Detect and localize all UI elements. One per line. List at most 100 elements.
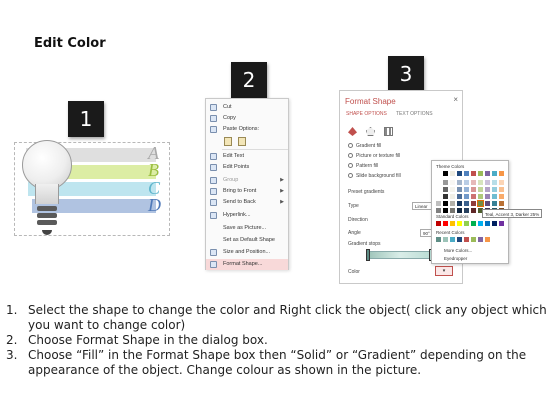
- theme-color-swatch[interactable]: [464, 194, 469, 199]
- theme-color-swatch[interactable]: [443, 201, 448, 206]
- standard-color-swatch[interactable]: [478, 221, 483, 226]
- close-icon[interactable]: ×: [453, 95, 458, 104]
- theme-color-swatch[interactable]: [436, 187, 441, 192]
- theme-color-swatch[interactable]: [471, 187, 476, 192]
- theme-color-swatch[interactable]: [485, 180, 490, 185]
- theme-color-swatch[interactable]: [499, 180, 504, 185]
- theme-color-swatch[interactable]: [443, 194, 448, 199]
- theme-color-swatch[interactable]: [485, 187, 490, 192]
- menu-item-save-as-picture[interactable]: Save as Picture...: [206, 223, 288, 234]
- theme-color-swatch[interactable]: [450, 201, 455, 206]
- theme-color-swatch[interactable]: [478, 187, 483, 192]
- recent-color-swatch[interactable]: [457, 237, 462, 242]
- theme-color-swatch[interactable]: [471, 171, 476, 176]
- theme-color-swatch[interactable]: [436, 201, 441, 206]
- theme-color-swatch[interactable]: [499, 194, 504, 199]
- theme-color-swatch[interactable]: [485, 194, 490, 199]
- tab-text-options[interactable]: TEXT OPTIONS: [396, 111, 433, 117]
- theme-color-swatch[interactable]: [436, 208, 441, 213]
- menu-item-cut[interactable]: Cut: [206, 102, 288, 113]
- menu-item-edit-text[interactable]: Edit Text: [206, 151, 288, 162]
- theme-color-swatch[interactable]: [436, 180, 441, 185]
- menu-item-edit-points[interactable]: Edit Points: [206, 162, 288, 173]
- option-gradient-fill[interactable]: Gradient fill: [348, 143, 381, 149]
- paste-picture-icon[interactable]: [238, 137, 246, 146]
- theme-color-swatch[interactable]: [471, 194, 476, 199]
- standard-color-swatch[interactable]: [499, 221, 504, 226]
- standard-color-swatch[interactable]: [464, 221, 469, 226]
- theme-color-swatch[interactable]: [485, 171, 490, 176]
- theme-color-swatch[interactable]: [492, 194, 497, 199]
- theme-color-swatch[interactable]: [436, 171, 441, 176]
- option-slide-background-fill[interactable]: Slide background fill: [348, 173, 401, 179]
- theme-color-swatch[interactable]: [499, 201, 504, 206]
- tab-shape-options[interactable]: SHAPE OPTIONS: [346, 111, 387, 117]
- recent-color-swatch[interactable]: [436, 237, 441, 242]
- theme-color-swatch[interactable]: [492, 201, 497, 206]
- theme-color-swatch[interactable]: [457, 201, 462, 206]
- fill-line-icon[interactable]: [348, 127, 357, 136]
- paste-keep-format-icon[interactable]: [224, 137, 232, 146]
- theme-color-swatch[interactable]: [443, 208, 448, 213]
- standard-color-swatch[interactable]: [436, 221, 441, 226]
- theme-color-swatch[interactable]: [457, 208, 462, 213]
- more-colors-link[interactable]: More Colors...: [444, 248, 472, 253]
- theme-color-swatch[interactable]: [499, 187, 504, 192]
- theme-color-swatch[interactable]: [436, 194, 441, 199]
- theme-color-swatch[interactable]: [478, 171, 483, 176]
- theme-color-swatch[interactable]: [457, 180, 462, 185]
- recent-color-swatch[interactable]: [443, 237, 448, 242]
- eyedropper-link[interactable]: Eyedropper: [444, 256, 467, 261]
- theme-color-swatch[interactable]: [471, 208, 476, 213]
- bulb-infographic[interactable]: A B C D: [8, 140, 176, 238]
- menu-item-group[interactable]: Group ▶: [206, 175, 288, 186]
- effects-icon[interactable]: [366, 127, 375, 136]
- theme-color-swatch[interactable]: [499, 171, 504, 176]
- theme-color-swatch[interactable]: [450, 180, 455, 185]
- theme-color-swatch[interactable]: [464, 187, 469, 192]
- theme-color-swatch[interactable]: [478, 180, 483, 185]
- theme-color-swatch[interactable]: [450, 187, 455, 192]
- menu-item-send-to-back[interactable]: Send to Back ▶: [206, 197, 288, 208]
- menu-item-set-default-shape[interactable]: Set as Default Shape: [206, 235, 288, 246]
- recent-color-swatch[interactable]: [485, 237, 490, 242]
- menu-item-size-and-position[interactable]: Size and Position...: [206, 247, 288, 258]
- standard-color-swatch[interactable]: [443, 221, 448, 226]
- theme-color-swatch[interactable]: [443, 171, 448, 176]
- option-pattern-fill[interactable]: Pattern fill: [348, 163, 378, 169]
- theme-color-swatch[interactable]: [492, 187, 497, 192]
- recent-color-swatch[interactable]: [478, 237, 483, 242]
- menu-item-format-shape[interactable]: Format Shape...: [206, 259, 288, 270]
- recent-color-swatch[interactable]: [450, 237, 455, 242]
- theme-color-swatch[interactable]: [443, 187, 448, 192]
- theme-color-swatch[interactable]: [457, 187, 462, 192]
- theme-color-swatch[interactable]: [478, 194, 483, 199]
- option-picture-texture-fill[interactable]: Picture or texture fill: [348, 153, 400, 159]
- theme-color-swatch[interactable]: [464, 171, 469, 176]
- theme-color-swatch[interactable]: [450, 171, 455, 176]
- standard-color-swatch[interactable]: [471, 221, 476, 226]
- menu-item-copy[interactable]: Copy: [206, 113, 288, 124]
- theme-color-swatch[interactable]: [450, 208, 455, 213]
- standard-color-swatch[interactable]: [457, 221, 462, 226]
- theme-color-swatch[interactable]: [457, 194, 462, 199]
- recent-color-swatch[interactable]: [464, 237, 469, 242]
- theme-color-swatch[interactable]: [464, 201, 469, 206]
- recent-color-swatch[interactable]: [471, 237, 476, 242]
- theme-color-swatch[interactable]: [457, 171, 462, 176]
- standard-color-swatch[interactable]: [450, 221, 455, 226]
- standard-color-swatch[interactable]: [485, 221, 490, 226]
- theme-color-swatch[interactable]: [492, 180, 497, 185]
- theme-color-swatch[interactable]: [464, 180, 469, 185]
- size-properties-icon[interactable]: [384, 127, 393, 136]
- theme-color-swatch[interactable]: [471, 201, 476, 206]
- menu-item-hyperlink[interactable]: Hyperlink...: [206, 210, 288, 221]
- fill-color-button[interactable]: ▾: [435, 266, 453, 276]
- gradient-stops-bar[interactable]: [366, 251, 434, 259]
- theme-color-swatch[interactable]: [464, 208, 469, 213]
- standard-color-swatch[interactable]: [492, 221, 497, 226]
- theme-color-swatch[interactable]: [443, 180, 448, 185]
- theme-color-swatch[interactable]: [450, 194, 455, 199]
- menu-item-bring-to-front[interactable]: Bring to Front ▶: [206, 186, 288, 197]
- theme-color-swatch[interactable]: [471, 180, 476, 185]
